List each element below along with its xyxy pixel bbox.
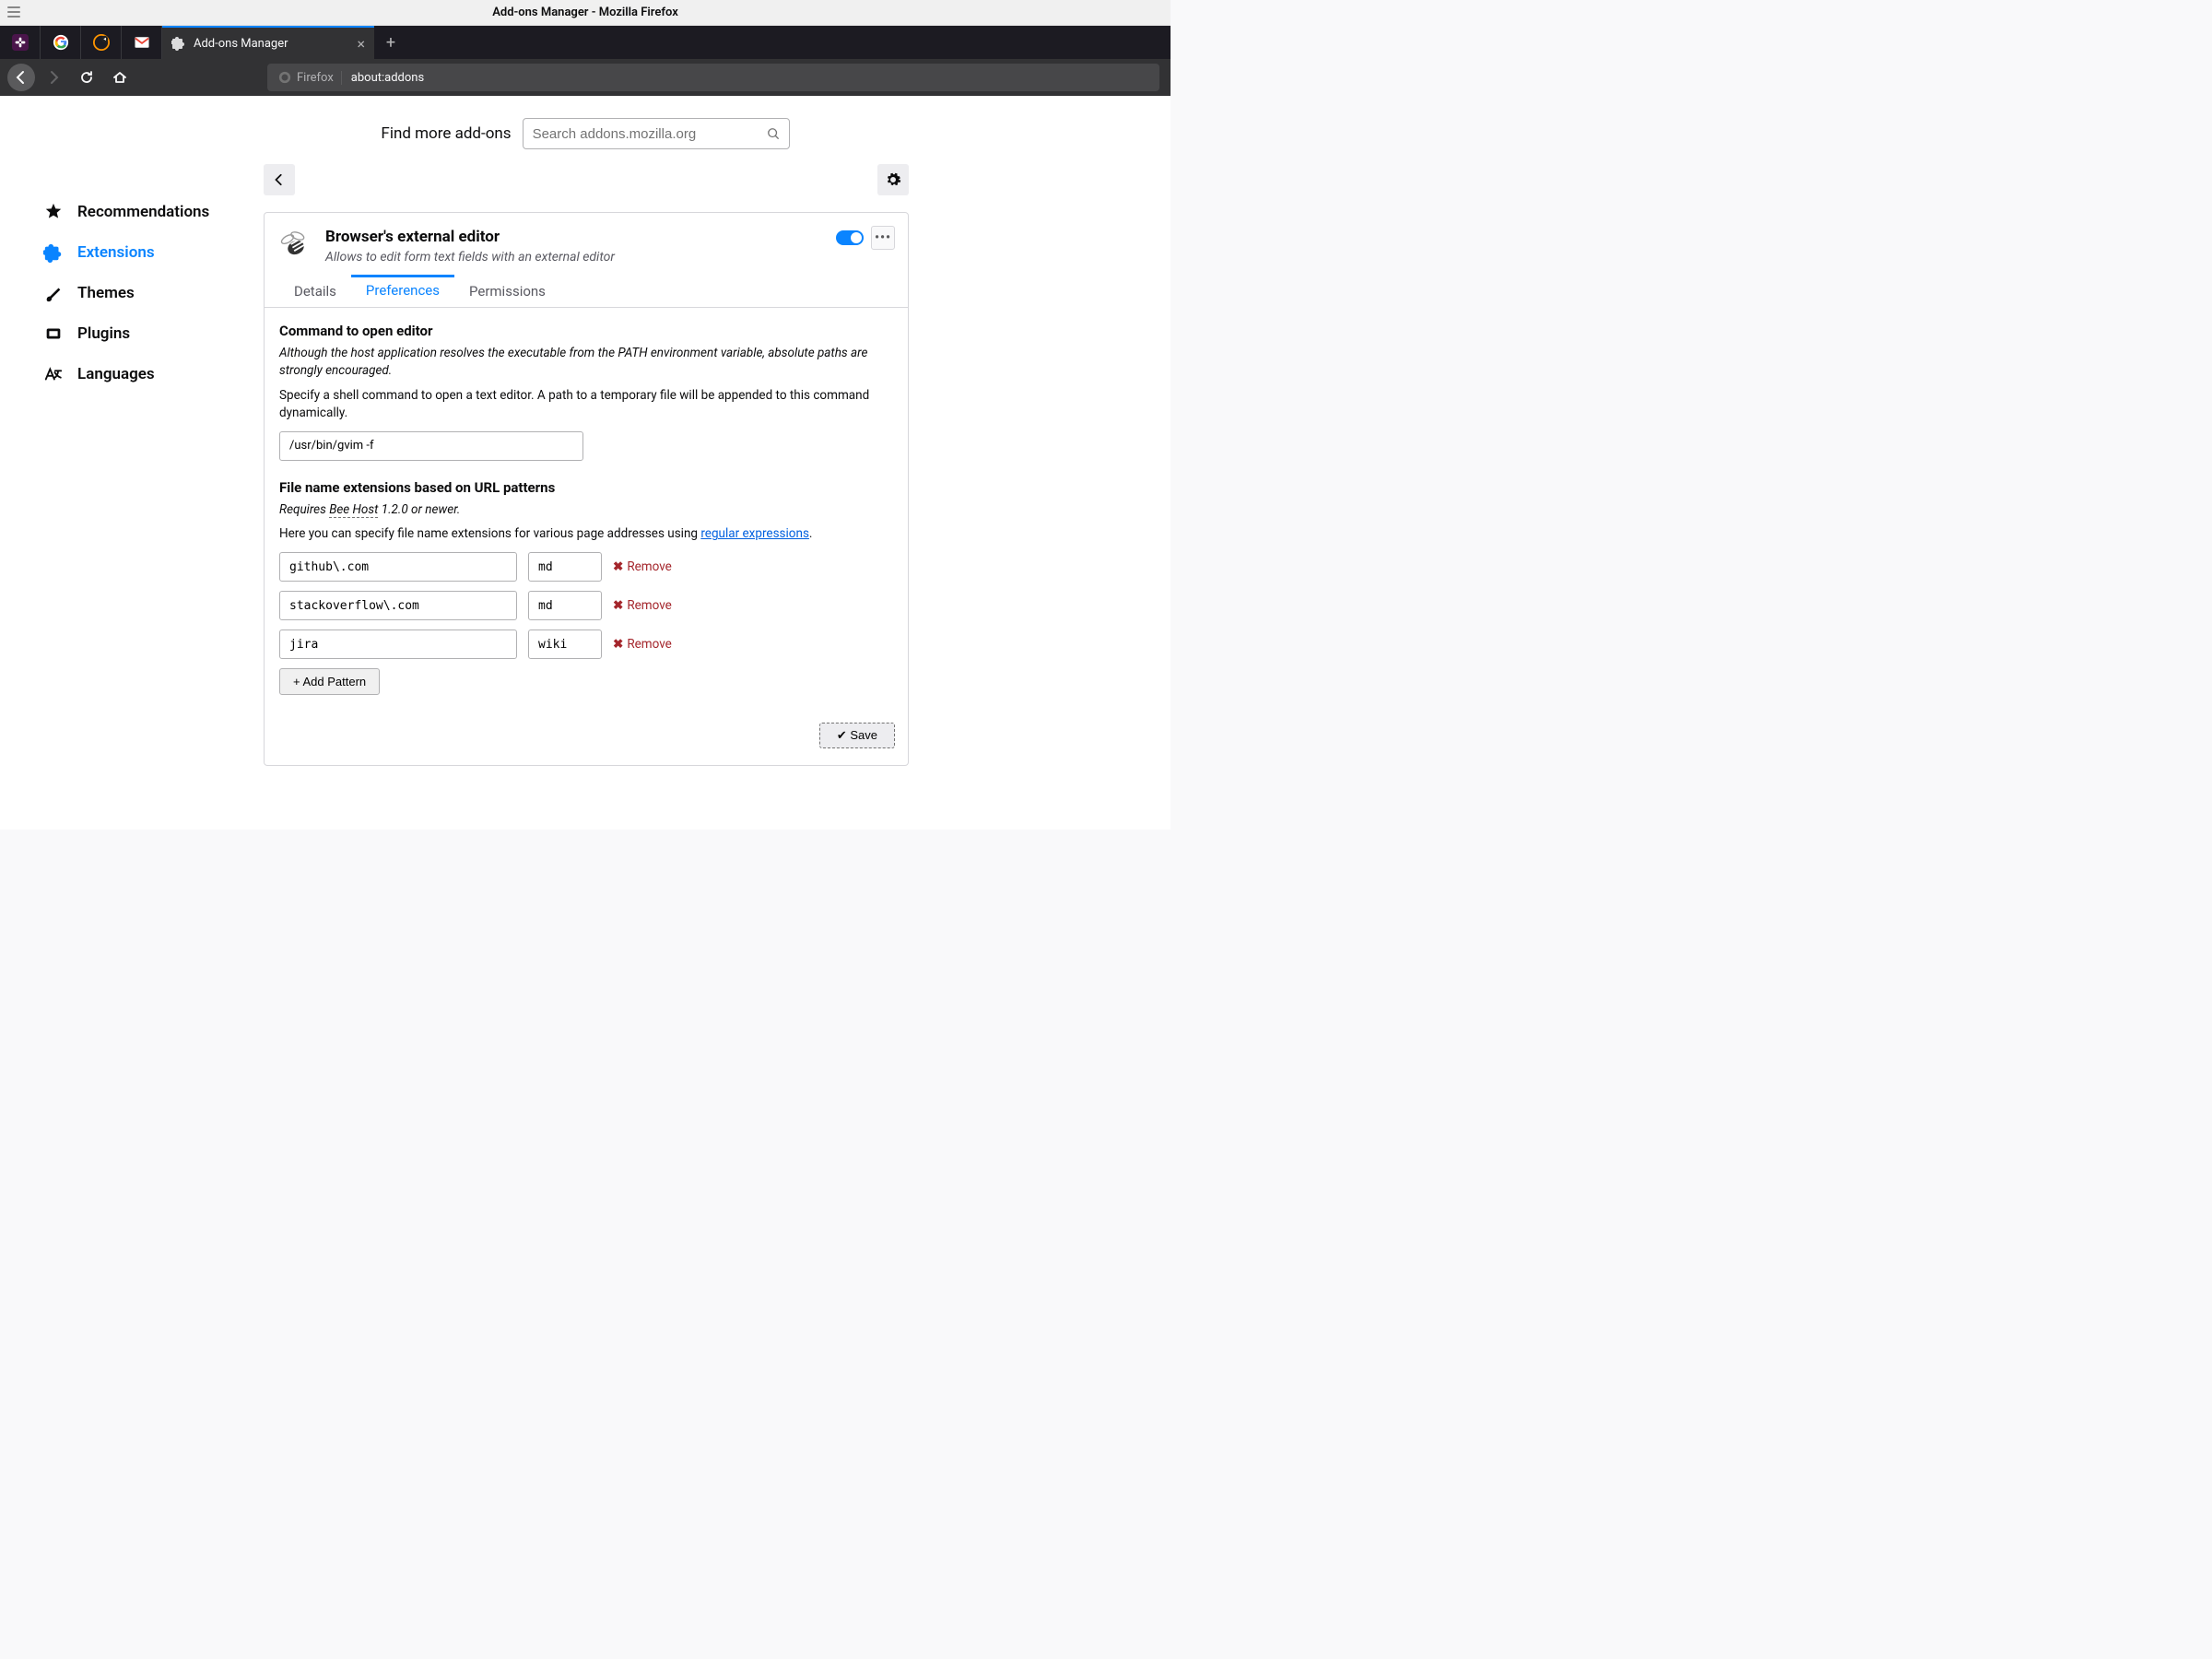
- editor-command-input[interactable]: [279, 431, 583, 461]
- addon-description: Allows to edit form text fields with an …: [325, 250, 615, 265]
- remove-pattern-button[interactable]: ✖ Remove: [613, 559, 672, 574]
- search-input[interactable]: [533, 126, 767, 142]
- reload-button[interactable]: [72, 63, 101, 92]
- enable-toggle[interactable]: [836, 230, 864, 245]
- window-title: Add-ons Manager - Mozilla Firefox: [492, 6, 678, 19]
- preferences-panel: Command to open editor Although the host…: [265, 308, 908, 710]
- save-button[interactable]: ✔ Save: [819, 723, 895, 748]
- remove-label: Remove: [627, 598, 672, 613]
- bee-icon: [279, 228, 312, 261]
- addon-tabs: Details Preferences Permissions: [265, 276, 908, 308]
- remove-pattern-button[interactable]: ✖ Remove: [613, 637, 672, 652]
- tab-label: Add-ons Manager: [194, 37, 288, 51]
- tab-addons-manager[interactable]: Add-ons Manager ×: [162, 26, 374, 59]
- categories-sidebar: Recommendations Extensions Themes Plugin…: [42, 164, 264, 766]
- sidebar-item-languages[interactable]: Languages: [42, 354, 264, 394]
- pattern-row: ✖ Remove: [279, 629, 893, 659]
- back-to-list-button[interactable]: [264, 164, 295, 195]
- extension-input[interactable]: [528, 629, 602, 659]
- extension-input[interactable]: [528, 552, 602, 582]
- arrow-right-icon: [46, 70, 61, 85]
- pinned-tab-google[interactable]: [41, 26, 81, 59]
- identity-label: Firefox: [297, 71, 334, 85]
- identity-box[interactable]: Firefox: [271, 71, 342, 85]
- gmail-icon: [134, 34, 150, 51]
- regex-link[interactable]: regular expressions: [700, 526, 809, 541]
- language-icon: [42, 363, 65, 385]
- addons-settings-button[interactable]: [877, 164, 909, 195]
- requires-note: Requires Bee Host 1.2.0 or newer.: [279, 501, 893, 519]
- add-pattern-button[interactable]: + Add Pattern: [279, 668, 380, 695]
- x-icon: ✖: [613, 559, 623, 574]
- search-addons-label: Find more add-ons: [381, 124, 511, 143]
- sidebar-item-label: Plugins: [77, 324, 130, 343]
- pinned-tab-3[interactable]: [81, 26, 122, 59]
- play-icon: [93, 34, 110, 51]
- addon-name: Browser's external editor: [325, 228, 615, 246]
- star-icon: [42, 201, 65, 223]
- sidebar-item-label: Recommendations: [77, 203, 209, 221]
- sidebar-item-label: Themes: [77, 284, 135, 302]
- sidebar-item-themes[interactable]: Themes: [42, 273, 264, 313]
- firefox-logo-icon: [278, 71, 291, 84]
- tab-details[interactable]: Details: [279, 276, 351, 307]
- url-text: about:addons: [342, 71, 424, 85]
- new-tab-button[interactable]: +: [374, 26, 407, 59]
- patterns-help: Here you can specify file name extension…: [279, 525, 893, 543]
- close-icon[interactable]: ×: [357, 35, 365, 53]
- home-button[interactable]: [105, 63, 135, 92]
- brush-icon: [42, 282, 65, 304]
- addons-page: Find more add-ons Recommendations Extens…: [0, 96, 1171, 830]
- pattern-row: ✖ Remove: [279, 591, 893, 620]
- command-note-1: Although the host application resolves t…: [279, 345, 893, 380]
- extension-input[interactable]: [528, 591, 602, 620]
- arrow-left-icon: [14, 70, 29, 85]
- url-bar[interactable]: Firefox about:addons: [267, 64, 1159, 91]
- forward-button[interactable]: [39, 63, 68, 92]
- x-icon: ✖: [613, 598, 623, 613]
- nav-toolbar: Firefox about:addons: [0, 59, 1171, 96]
- remove-label: Remove: [627, 559, 672, 574]
- addon-card: Browser's external editor Allows to edit…: [264, 212, 909, 766]
- reload-icon: [79, 70, 94, 85]
- google-icon: [53, 34, 69, 51]
- chevron-left-icon: [273, 173, 286, 186]
- sidebar-item-plugins[interactable]: Plugins: [42, 313, 264, 354]
- sidebar-item-label: Languages: [77, 365, 155, 383]
- puzzle-icon: [171, 36, 186, 51]
- remove-pattern-button[interactable]: ✖ Remove: [613, 598, 672, 613]
- puzzle-icon: [42, 241, 65, 264]
- hamburger-icon[interactable]: [7, 6, 20, 18]
- sidebar-item-extensions[interactable]: Extensions: [42, 232, 264, 273]
- command-section-title: Command to open editor: [279, 323, 893, 339]
- sidebar-item-label: Extensions: [77, 243, 155, 262]
- sidebar-item-recommendations[interactable]: Recommendations: [42, 192, 264, 232]
- search-icon: [767, 127, 780, 140]
- search-addons-box[interactable]: [523, 118, 790, 149]
- remove-label: Remove: [627, 637, 672, 652]
- tab-preferences[interactable]: Preferences: [351, 275, 454, 307]
- pattern-input[interactable]: [279, 591, 517, 620]
- pattern-input[interactable]: [279, 629, 517, 659]
- x-icon: ✖: [613, 637, 623, 652]
- pinned-tab-gmail[interactable]: [122, 26, 162, 59]
- tab-permissions[interactable]: Permissions: [454, 276, 560, 307]
- pattern-row: ✖ Remove: [279, 552, 893, 582]
- extensions-section-title: File name extensions based on URL patter…: [279, 479, 893, 496]
- home-icon: [112, 70, 127, 85]
- command-note-2: Specify a shell command to open a text e…: [279, 387, 893, 422]
- addon-detail-panel: Browser's external editor Allows to edit…: [264, 164, 909, 766]
- back-button[interactable]: [7, 64, 35, 91]
- plugin-icon: [42, 323, 65, 345]
- pattern-input[interactable]: [279, 552, 517, 582]
- more-options-button[interactable]: •••: [871, 226, 895, 250]
- slack-icon: [12, 34, 29, 51]
- bee-host-link[interactable]: Bee Host: [329, 502, 378, 518]
- tab-strip: Add-ons Manager × +: [0, 26, 1171, 59]
- window-titlebar: Add-ons Manager - Mozilla Firefox: [0, 0, 1171, 26]
- pinned-tab-slack[interactable]: [0, 26, 41, 59]
- gear-icon: [885, 171, 901, 188]
